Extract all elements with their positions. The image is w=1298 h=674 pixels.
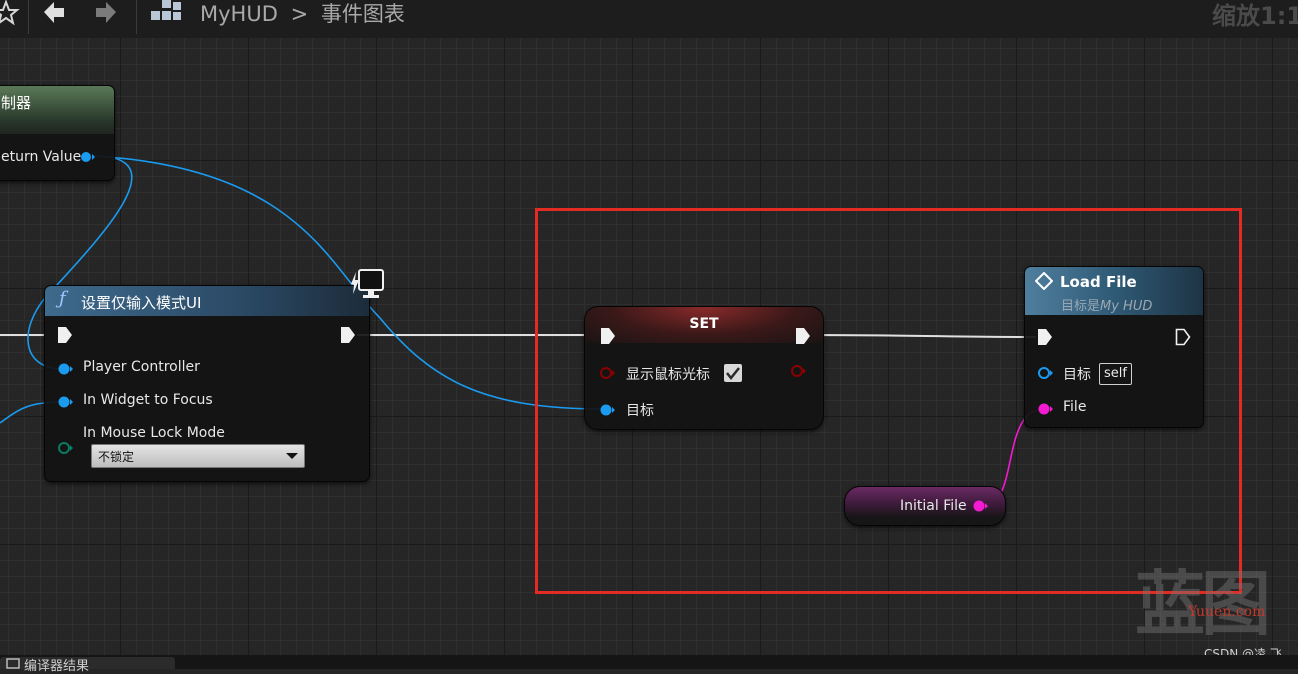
function-icon: ƒ: [59, 288, 66, 309]
breadcrumb-separator: >: [290, 2, 309, 26]
mouse-lock-mode-dropdown[interactable]: 不锁定: [91, 444, 305, 468]
node-title: 制器: [1, 94, 32, 112]
exec-in-pin[interactable]: [57, 326, 73, 344]
breadcrumb-current: 事件图表: [320, 2, 405, 26]
client-only-monitor-icon: [351, 269, 384, 298]
breadcrumb: MyHUD > 事件图表: [200, 0, 405, 28]
in-mouse-lock-mode-label: In Mouse Lock Mode: [83, 425, 225, 441]
graph-toolbar: MyHUD > 事件图表 缩放1:1: [0, 0, 1298, 39]
bottom-panel-bar: [0, 655, 1298, 669]
zoom-level: 缩放1:1: [1212, 2, 1298, 30]
selection-highlight-box: [535, 208, 1242, 594]
toolbar-divider: [28, 0, 29, 34]
breadcrumb-root[interactable]: MyHUD: [200, 2, 278, 26]
watermark-text: 蓝图: [1135, 563, 1271, 645]
toolbar-divider: [136, 0, 137, 34]
compiler-results-icon: [6, 658, 20, 669]
compiler-results-tab[interactable]: 编译器结果: [0, 657, 175, 674]
player-controller-pin[interactable]: [57, 362, 75, 376]
star-icon[interactable]: [0, 0, 20, 26]
return-value-label: eturn Value: [1, 149, 82, 165]
exec-out-pin[interactable]: [340, 326, 356, 344]
graph-canvas[interactable]: 制器 eturn Value ƒ 设置仅输入模式UI Player Contro…: [0, 38, 1298, 655]
player-controller-label: Player Controller: [83, 359, 200, 375]
back-arrow-icon[interactable]: [42, 0, 66, 26]
blueprint-graph-icon: [151, 0, 181, 20]
in-widget-to-focus-label: In Widget to Focus: [83, 392, 213, 408]
forward-arrow-icon[interactable]: [94, 0, 118, 26]
node-title: 设置仅输入模式UI: [81, 294, 202, 312]
mouse-lock-mode-pin[interactable]: [57, 441, 75, 455]
in-widget-to-focus-pin[interactable]: [57, 395, 75, 409]
get-player-controller-node[interactable]: 制器 eturn Value: [0, 85, 115, 181]
dropdown-value: 不锁定: [98, 450, 135, 464]
node-header: ƒ 设置仅输入模式UI: [45, 286, 369, 316]
set-input-mode-ui-only-node[interactable]: ƒ 设置仅输入模式UI Player Controller In Widget …: [44, 285, 370, 482]
node-header: 制器: [0, 86, 114, 134]
return-value-pin[interactable]: [80, 150, 96, 164]
chevron-down-icon: [286, 453, 298, 459]
compiler-results-label: 编译器结果: [24, 659, 90, 674]
watermark-url: Yuuen.com: [1188, 604, 1266, 620]
